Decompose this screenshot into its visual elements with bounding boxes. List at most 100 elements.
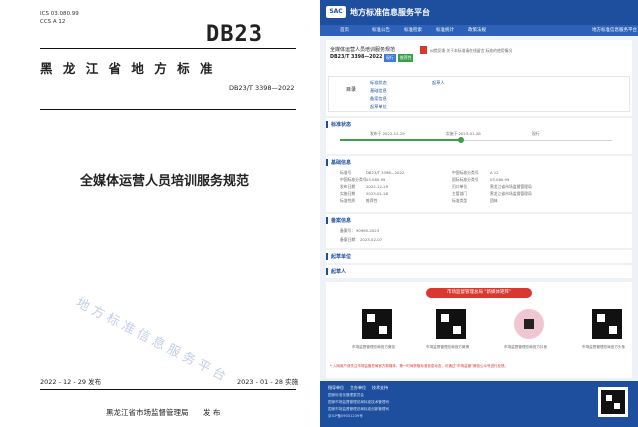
field-label: 中国标准分类号 xyxy=(452,170,479,175)
pdf-icon[interactable] xyxy=(420,46,427,54)
field-value: 03.080.99 xyxy=(366,177,386,182)
wechat-qr-icon[interactable] xyxy=(362,309,392,339)
issuer-suffix: 发 布 xyxy=(203,408,221,417)
toc-item-drafter[interactable]: 起草人 xyxy=(432,80,445,86)
nav-statistics[interactable]: 标准统计 xyxy=(436,27,454,33)
portal-footer: 指导单位 主办单位 技术支持 国家标准化管理委员会 国家市场监督管理总局标准技术… xyxy=(320,381,638,427)
section-marker xyxy=(326,253,328,260)
footer-col: 技术支持 xyxy=(372,385,388,390)
timeline-node xyxy=(458,137,464,143)
toc-item-filing[interactable]: 备案信息 xyxy=(370,96,387,102)
field-label: 主管部门 xyxy=(452,191,468,196)
region-title: 黑 龙 江 省 地 方 标 准 xyxy=(40,61,216,76)
main-nav: 首页 标准公告 标准检索 标准统计 政策法规 地方标准信息服务平台 xyxy=(320,25,638,36)
feedback-note[interactable]: 纠错反馈 关于本标准请在线留言 标准的使用情况 xyxy=(430,48,512,54)
section-marker xyxy=(326,159,328,166)
footer-line: 国家市场监督管理总局标准创新管理司 xyxy=(328,407,390,411)
footer-col: 主办单位 xyxy=(350,385,366,390)
footer-col: 指导单位 xyxy=(328,385,344,390)
site-title[interactable]: 地方标准信息服务平台 xyxy=(350,7,430,18)
footer-qr-icon[interactable] xyxy=(598,387,628,417)
field-value: 03.080.99 xyxy=(490,177,510,182)
section-marker xyxy=(326,217,328,224)
filing-date-label: 备案日期： xyxy=(340,237,359,242)
standard-cover-page: ICS 03.080.99 CCS A 12 DB23 黑 龙 江 省 地 方 … xyxy=(0,0,318,427)
watermark: 地方标准信息服务平台 xyxy=(73,295,232,387)
filing-date: 2023-02-07 xyxy=(360,237,383,242)
qr-caption: 市场监督管理总局官方头条 xyxy=(582,345,626,349)
douyin-qr-icon[interactable] xyxy=(514,309,544,339)
divider xyxy=(40,48,296,49)
portal-header: SAC 地方标准信息服务平台 xyxy=(320,0,638,25)
filing-no: 90965-2023 xyxy=(356,228,380,233)
drafter-section: 起草人 xyxy=(326,265,632,278)
header-right-link[interactable]: 地方标准信息服务平台 xyxy=(592,27,637,33)
filing-no-label: 备案号： xyxy=(340,228,356,233)
drafter-heading: 起草人 xyxy=(331,269,347,275)
drafter-unit-heading: 起草单位 xyxy=(331,254,352,260)
status-badge: 现行 xyxy=(384,54,396,62)
field-value: 黑龙江省市场监督管理局 xyxy=(490,184,532,189)
qr-caption: 市场监督管理总局官方微博 xyxy=(426,345,470,349)
weibo-qr-icon[interactable] xyxy=(436,309,466,339)
type-badge: 推荐性 xyxy=(398,54,414,62)
nav-policies[interactable]: 政策法规 xyxy=(468,27,486,33)
field-value: 团体 xyxy=(490,198,498,203)
standard-summary-card: 全媒体运营人员培训服务规范 DB23/T 3398—2022 现行 推荐性 纠错… xyxy=(326,40,632,116)
field-value: DB23/T 3398—2022 xyxy=(366,170,405,175)
field-value: 推荐性 xyxy=(366,198,378,203)
divider xyxy=(40,109,296,110)
issue-date: 2022 - 12 - 29 发布 xyxy=(40,378,102,386)
status-impl: 实施于 2023-01-28 xyxy=(446,131,481,136)
nav-announcements[interactable]: 标准公告 xyxy=(372,27,390,33)
new-media-promo: 市场监督管理总局 "新媒体矩阵" 市场监督管理总局官方微信 市场监督管理总局官方… xyxy=(326,282,632,378)
section-marker xyxy=(326,268,328,275)
field-label: 实施日期 xyxy=(340,191,356,196)
nav-search[interactable]: 标准检索 xyxy=(404,27,422,33)
timeline-progress xyxy=(340,139,460,141)
field-value: 2022-12-29 xyxy=(366,184,389,189)
filing-heading: 备案信息 xyxy=(331,218,352,224)
status-issue: 发布于 2022-12-29 xyxy=(370,131,405,136)
field-label: 归口单位 xyxy=(452,184,468,189)
standard-code: DB23/T 3398—2022 xyxy=(330,55,383,60)
drafter-unit-section: 起草单位 xyxy=(326,250,632,263)
toc-label: 目录 xyxy=(346,87,357,93)
field-value: 黑龙江省市场监督管理局 xyxy=(490,191,532,196)
footer-line: 国家标准化管理委员会 xyxy=(328,393,364,397)
field-label: 国际标准分类号 xyxy=(452,177,479,182)
document-title: 全媒体运营人员培训服务规范 xyxy=(80,174,250,189)
implementation-date: 2023 - 01 - 28 实施 xyxy=(237,378,299,386)
divider xyxy=(40,389,296,390)
nav-home[interactable]: 首页 xyxy=(340,27,349,33)
status-heading: 标准状态 xyxy=(331,122,352,128)
basic-heading: 基础信息 xyxy=(331,160,352,166)
qr-caption: 市场监督管理总局官方抖音 xyxy=(504,345,548,349)
footer-line: 国家市场监督管理总局标准技术管理司 xyxy=(328,400,390,404)
status-section: 标准状态 发布于 2022-12-29 实施于 2023-01-28 现行 xyxy=(326,118,632,154)
ccs-code: CCS A 12 xyxy=(40,19,66,25)
footer-line: 京ICP备09001239号 xyxy=(328,414,363,418)
section-marker xyxy=(326,121,328,128)
standard-title: 全媒体运营人员培训服务规范 xyxy=(330,47,396,53)
issuer: 黑龙江省市场监督管理局 xyxy=(106,408,189,417)
sac-logo[interactable]: SAC xyxy=(326,6,346,18)
basic-info-section: 基础信息 标准号 DB23/T 3398—2022 中国标准分类号 03.080… xyxy=(326,156,632,212)
toc-item-basic[interactable]: 基础信息 xyxy=(370,88,387,94)
footer-note: * 入网用户请关注市场监管总局官方新媒体，第一时间获取标准信息动态，可通过“市场… xyxy=(330,364,508,368)
toc-item-status[interactable]: 标准状态 xyxy=(370,80,387,86)
field-label: 标准类型 xyxy=(452,198,468,203)
promo-banner: 市场监督管理总局 "新媒体矩阵" xyxy=(426,288,532,298)
field-label: 发布日期 xyxy=(340,184,356,189)
ics-code: ICS 03.080.99 xyxy=(40,11,79,17)
field-label: 中国标准分类号 xyxy=(340,177,367,182)
status-now: 现行 xyxy=(532,131,540,136)
toc-item-drafter-unit[interactable]: 起草单位 xyxy=(370,104,387,110)
standards-portal: SAC 地方标准信息服务平台 首页 标准公告 标准检索 标准统计 政策法规 地方… xyxy=(320,0,638,427)
field-label: 标准性质 xyxy=(340,198,356,203)
filing-section: 备案信息 备案号： 90965-2023 备案日期： 2023-02-07 xyxy=(326,214,632,248)
field-value: A 12 xyxy=(490,170,499,175)
toutiao-qr-icon[interactable] xyxy=(592,309,622,339)
qr-caption: 市场监督管理总局官方微信 xyxy=(352,345,396,349)
field-label: 标准号 xyxy=(340,170,352,175)
